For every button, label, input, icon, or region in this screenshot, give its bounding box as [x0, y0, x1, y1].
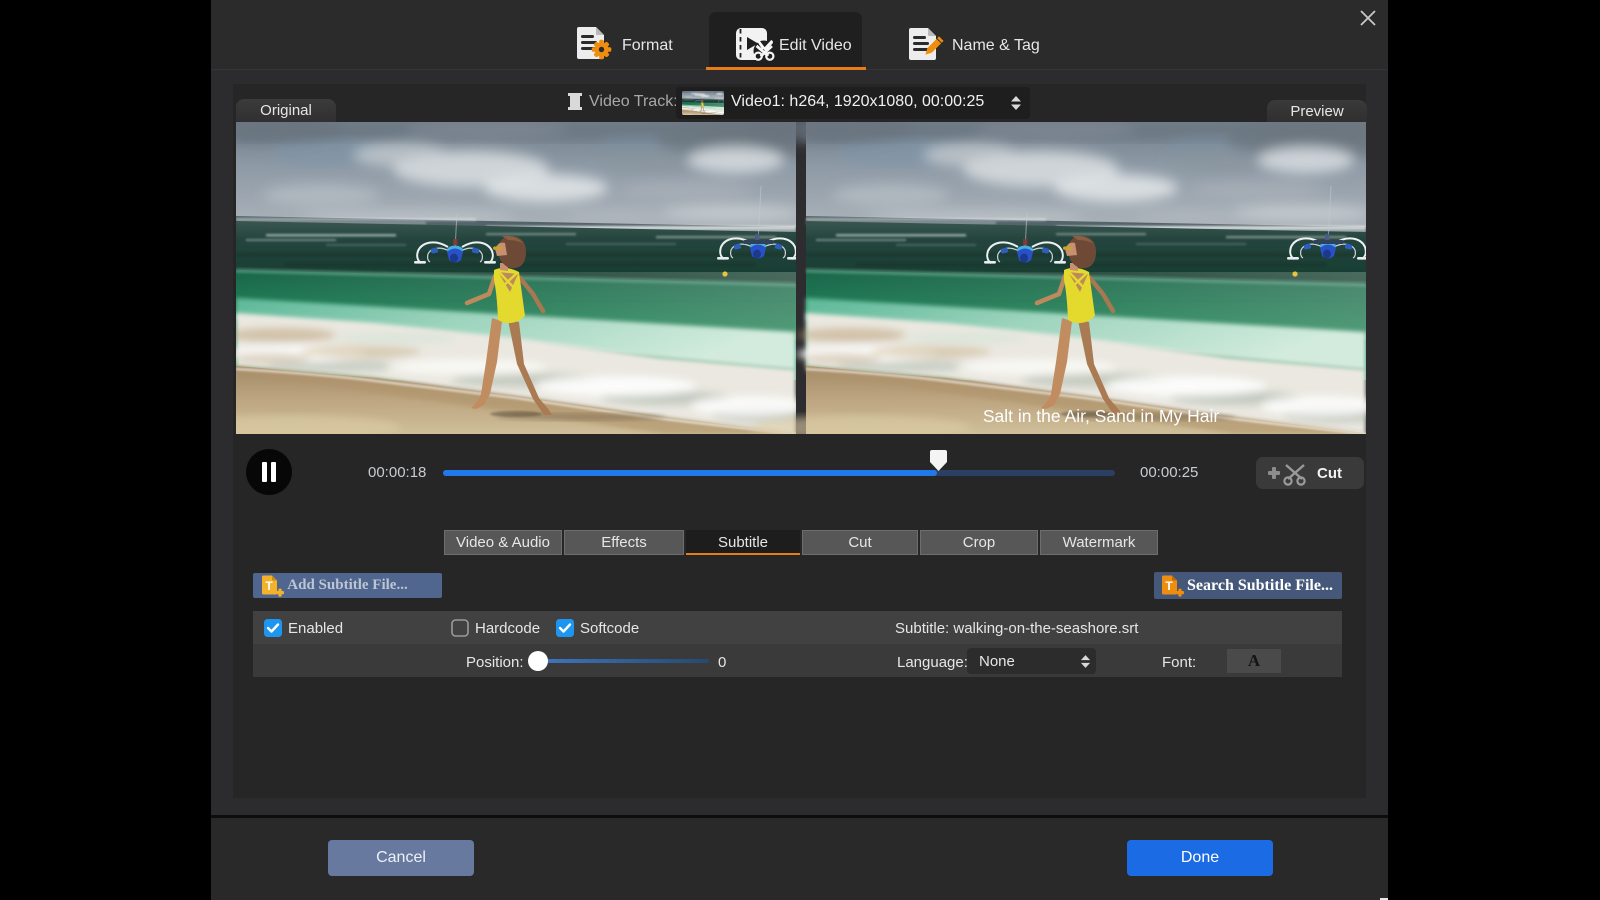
svg-text:T: T — [1165, 579, 1173, 593]
